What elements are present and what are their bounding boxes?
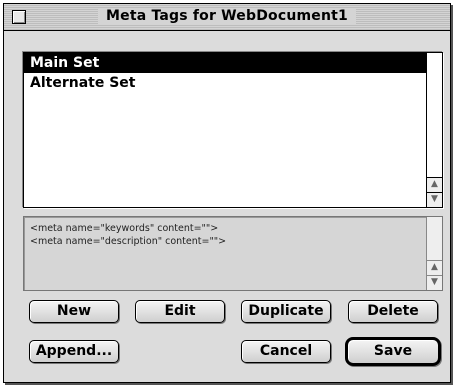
list-item-label: Main Set	[30, 55, 100, 71]
scroll-up-arrow-icon[interactable]: ▲	[427, 260, 442, 275]
window-title: Meta Tags for WebDocument1	[98, 8, 356, 24]
preview-line: <meta name="description" content="">	[30, 236, 227, 247]
cancel-button[interactable]: Cancel	[241, 340, 331, 363]
tag-set-list[interactable]: Main Set Alternate Set ▲ ▼	[23, 52, 443, 208]
append-button[interactable]: Append...	[29, 340, 119, 363]
save-button[interactable]: Save	[345, 337, 441, 366]
new-button[interactable]: New	[29, 300, 119, 323]
list-item-alternate-set[interactable]: Alternate Set	[24, 73, 426, 93]
title-bar[interactable]: Meta Tags for WebDocument1	[4, 4, 450, 31]
preview-line: <meta name="keywords" content="">	[30, 223, 219, 234]
meta-tag-preview: <meta name="keywords" content=""> <meta …	[23, 216, 443, 291]
scroll-down-arrow-icon[interactable]: ▼	[427, 275, 442, 290]
edit-button[interactable]: Edit	[135, 300, 225, 323]
close-box-icon[interactable]	[12, 10, 26, 24]
preview-scrollbar[interactable]: ▲ ▼	[426, 217, 442, 290]
duplicate-button[interactable]: Duplicate	[241, 300, 331, 323]
list-scrollbar[interactable]: ▲ ▼	[426, 53, 442, 207]
list-item-main-set[interactable]: Main Set	[24, 53, 426, 73]
scroll-up-arrow-icon[interactable]: ▲	[427, 177, 442, 192]
delete-button[interactable]: Delete	[348, 300, 438, 323]
list-item-label: Alternate Set	[30, 75, 136, 91]
scroll-down-arrow-icon[interactable]: ▼	[427, 192, 442, 207]
meta-tags-dialog: Meta Tags for WebDocument1 Main Set Alte…	[3, 3, 451, 383]
